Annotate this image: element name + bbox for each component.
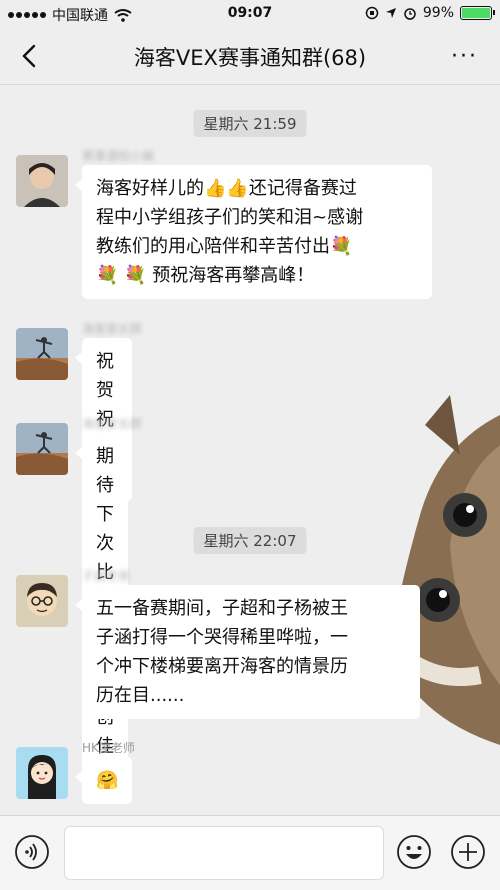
chat-title: 海客VEX赛事通知群(68) — [133, 46, 367, 70]
orientation-lock-icon — [365, 6, 379, 20]
message-bubble[interactable]: 🤗 — [74, 757, 133, 804]
location-icon — [385, 8, 396, 18]
battery-icon — [460, 6, 495, 20]
sender-name: 海客家长群 — [82, 322, 143, 336]
battery-percent: 99% — [422, 5, 454, 21]
sender-name: 子超老爸 — [82, 569, 131, 583]
back-button[interactable] — [16, 40, 44, 72]
more-options-button[interactable]: ··· — [451, 44, 478, 69]
message-input[interactable] — [64, 826, 384, 880]
chat-area[interactable]: 星期六 21:59 赛事通知小编 海客好样儿的👍👍还记得备赛过 程中小学组孩子们… — [0, 85, 500, 815]
message-text-line: 五一备赛期间，子超和子杨被王 — [96, 598, 348, 619]
message-text-line: 历在目...... — [96, 685, 185, 706]
message-text-line: 教练们的用心陪伴和辛苦付出💐 — [96, 236, 353, 257]
status-bar: 中国联通 09:07 99% — [0, 0, 500, 28]
alarm-icon — [404, 8, 416, 20]
avatar[interactable] — [16, 423, 68, 475]
timestamp-divider: 星期六 21:59 — [193, 110, 307, 137]
voice-input-button[interactable] — [14, 834, 50, 870]
battery-level — [462, 8, 490, 18]
avatar[interactable] — [16, 155, 68, 207]
timestamp-divider: 星期六 22:07 — [193, 527, 307, 554]
input-bar — [0, 815, 500, 890]
sender-name: HK廖老师 — [82, 741, 135, 755]
sender-name: 赛事通知小编 — [82, 149, 155, 163]
message-bubble[interactable]: 五一备赛期间，子超和子杨被王 子涵打得一个哭得稀里哗啦，一 个冲下楼梯要离开海客… — [75, 585, 420, 719]
avatar[interactable] — [16, 575, 68, 627]
emoji-button[interactable] — [396, 834, 432, 870]
sender-name: 海客家长群 — [82, 417, 143, 431]
message-text-line: 海客好样儿的👍👍还记得备赛过 — [96, 178, 357, 199]
nav-bar: 海客VEX赛事通知群(68) ··· — [0, 28, 500, 85]
message-text-line: 个冲下楼梯要离开海客的情景历 — [96, 656, 348, 677]
add-attachment-button[interactable] — [450, 834, 486, 870]
message-bubble[interactable]: 海客好样儿的👍👍还记得备赛过 程中小学组孩子们的笑和泪~感谢 教练们的用心陪伴和… — [75, 165, 432, 299]
message-text-line: 子涵打得一个哭得稀里哗啦，一 — [96, 627, 348, 648]
message-text-line: 程中小学组孩子们的笑和泪~感谢 — [96, 207, 364, 228]
avatar[interactable] — [16, 747, 68, 799]
message-text-line: 💐 💐 预祝海客再攀高峰！ — [96, 265, 315, 286]
avatar[interactable] — [16, 328, 68, 380]
